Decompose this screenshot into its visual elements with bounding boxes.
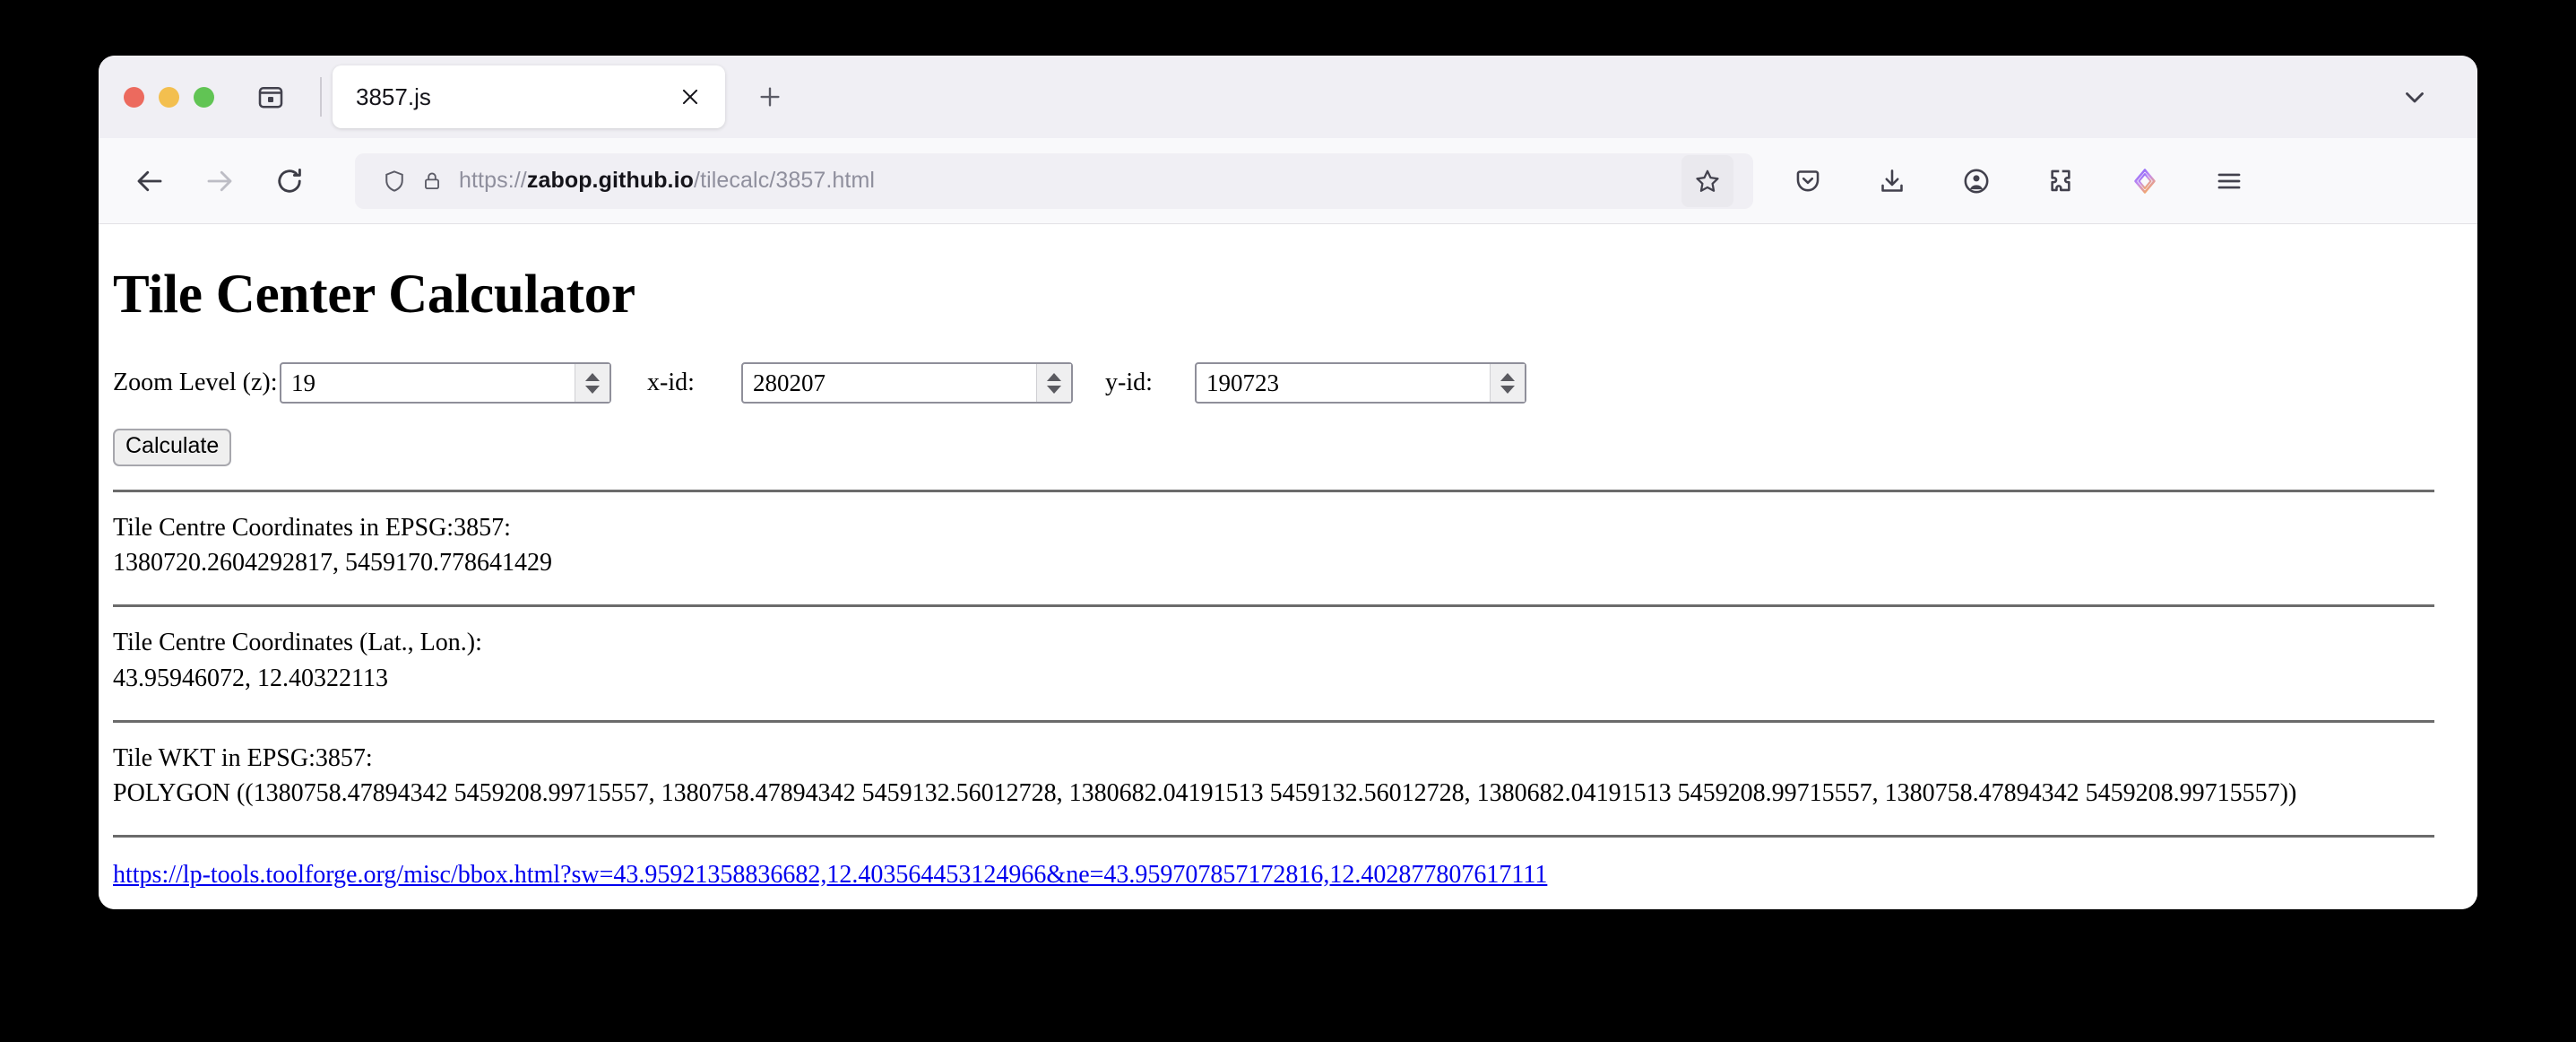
y-id-stepper[interactable]: [1490, 364, 1525, 402]
tab-list-icon[interactable]: [246, 73, 295, 121]
app-menu-icon[interactable]: [2201, 153, 2257, 209]
result-value: 1380720.2604292817, 5459170.778641429: [113, 549, 552, 577]
reload-icon[interactable]: [262, 153, 317, 209]
tab-strip: 3857.js: [99, 56, 2477, 138]
divider: [113, 835, 2434, 838]
stepper-up-icon[interactable]: [1500, 372, 1515, 381]
page-title: Tile Center Calculator: [113, 265, 635, 325]
result-tile-wkt: Tile WKT in EPSG:3857: POLYGON ((1380758…: [113, 741, 2434, 812]
url-text: https://zabop.github.io/tilecalc/3857.ht…: [459, 168, 875, 194]
y-id-value: 190723: [1206, 369, 1279, 396]
stepper-down-icon[interactable]: [1047, 385, 1061, 394]
back-arrow-icon[interactable]: [122, 153, 177, 209]
stepper-down-icon[interactable]: [1500, 385, 1515, 394]
shield-icon[interactable]: [375, 168, 414, 195]
maximize-window-button[interactable]: [194, 86, 214, 108]
account-icon[interactable]: [1949, 153, 2004, 209]
tile-input-form: Zoom Level (z): 19 x-id: 280207 y-id: 19…: [113, 362, 2434, 404]
chevron-down-icon[interactable]: [2388, 70, 2442, 124]
tab-separator: [320, 77, 322, 117]
extensions-icon[interactable]: [2033, 153, 2088, 209]
toolbar-icon-group: [1780, 153, 2257, 209]
close-window-button[interactable]: [124, 86, 144, 108]
y-id-input[interactable]: 190723: [1195, 362, 1526, 404]
result-label: Tile WKT in EPSG:3857:: [113, 743, 373, 772]
zoom-level-label: Zoom Level (z):: [113, 369, 278, 396]
bbox-link[interactable]: https://lp-tools.toolforge.org/misc/bbox…: [113, 857, 1547, 893]
y-id-label: y-id:: [1105, 369, 1153, 396]
x-id-value: 280207: [753, 369, 826, 396]
new-tab-button[interactable]: [745, 72, 795, 122]
divider: [113, 489, 2434, 492]
x-id-label: x-id:: [647, 369, 695, 396]
browser-window: 3857.js https://zabop.github.io/tilecalc…: [99, 56, 2477, 909]
x-id-stepper[interactable]: [1036, 364, 1071, 402]
url-scheme: https://: [459, 168, 527, 193]
firefox-labs-icon[interactable]: [2117, 153, 2173, 209]
x-id-input[interactable]: 280207: [741, 362, 1073, 404]
result-label: Tile Centre Coordinates in EPSG:3857:: [113, 513, 511, 542]
close-icon[interactable]: [675, 82, 705, 112]
lock-icon[interactable]: [414, 169, 450, 193]
navigation-toolbar: https://zabop.github.io/tilecalc/3857.ht…: [99, 138, 2477, 224]
forward-arrow-icon[interactable]: [192, 153, 247, 209]
result-label: Tile Centre Coordinates (Lat., Lon.):: [113, 629, 482, 656]
url-bar[interactable]: https://zabop.github.io/tilecalc/3857.ht…: [355, 152, 1753, 209]
bbox-link-row: https://lp-tools.toolforge.org/misc/bbox…: [113, 857, 2434, 893]
calculate-button[interactable]: Calculate: [113, 429, 232, 466]
zoom-level-input[interactable]: 19: [280, 362, 611, 404]
url-host: zabop.github.io: [526, 168, 695, 193]
page-content: Tile Center Calculator Zoom Level (z): 1…: [99, 224, 2477, 909]
result-latlon-center: Tile Centre Coordinates (Lat., Lon.): 43…: [113, 625, 2434, 697]
star-icon[interactable]: [1681, 154, 1733, 207]
stepper-up-icon[interactable]: [585, 372, 600, 381]
result-value: POLYGON ((1380758.47894342 5459208.99715…: [113, 779, 2297, 808]
zoom-level-value: 19: [291, 369, 316, 396]
browser-tab[interactable]: 3857.js: [333, 65, 725, 128]
stepper-down-icon[interactable]: [585, 385, 600, 394]
stepper-up-icon[interactable]: [1047, 372, 1061, 381]
result-value: 43.95946072, 12.40322113: [113, 664, 388, 692]
tab-title: 3857.js: [356, 82, 431, 110]
minimize-window-button[interactable]: [159, 86, 179, 108]
divider: [113, 719, 2434, 723]
downloads-icon[interactable]: [1864, 153, 1920, 209]
url-path: /tilecalc/3857.html: [694, 168, 876, 193]
result-epsg3857-center: Tile Centre Coordinates in EPSG:3857: 13…: [113, 510, 2434, 582]
window-controls: [124, 86, 214, 108]
pocket-save-icon[interactable]: [1780, 153, 1836, 209]
divider: [113, 604, 2434, 607]
zoom-level-stepper[interactable]: [575, 364, 609, 402]
